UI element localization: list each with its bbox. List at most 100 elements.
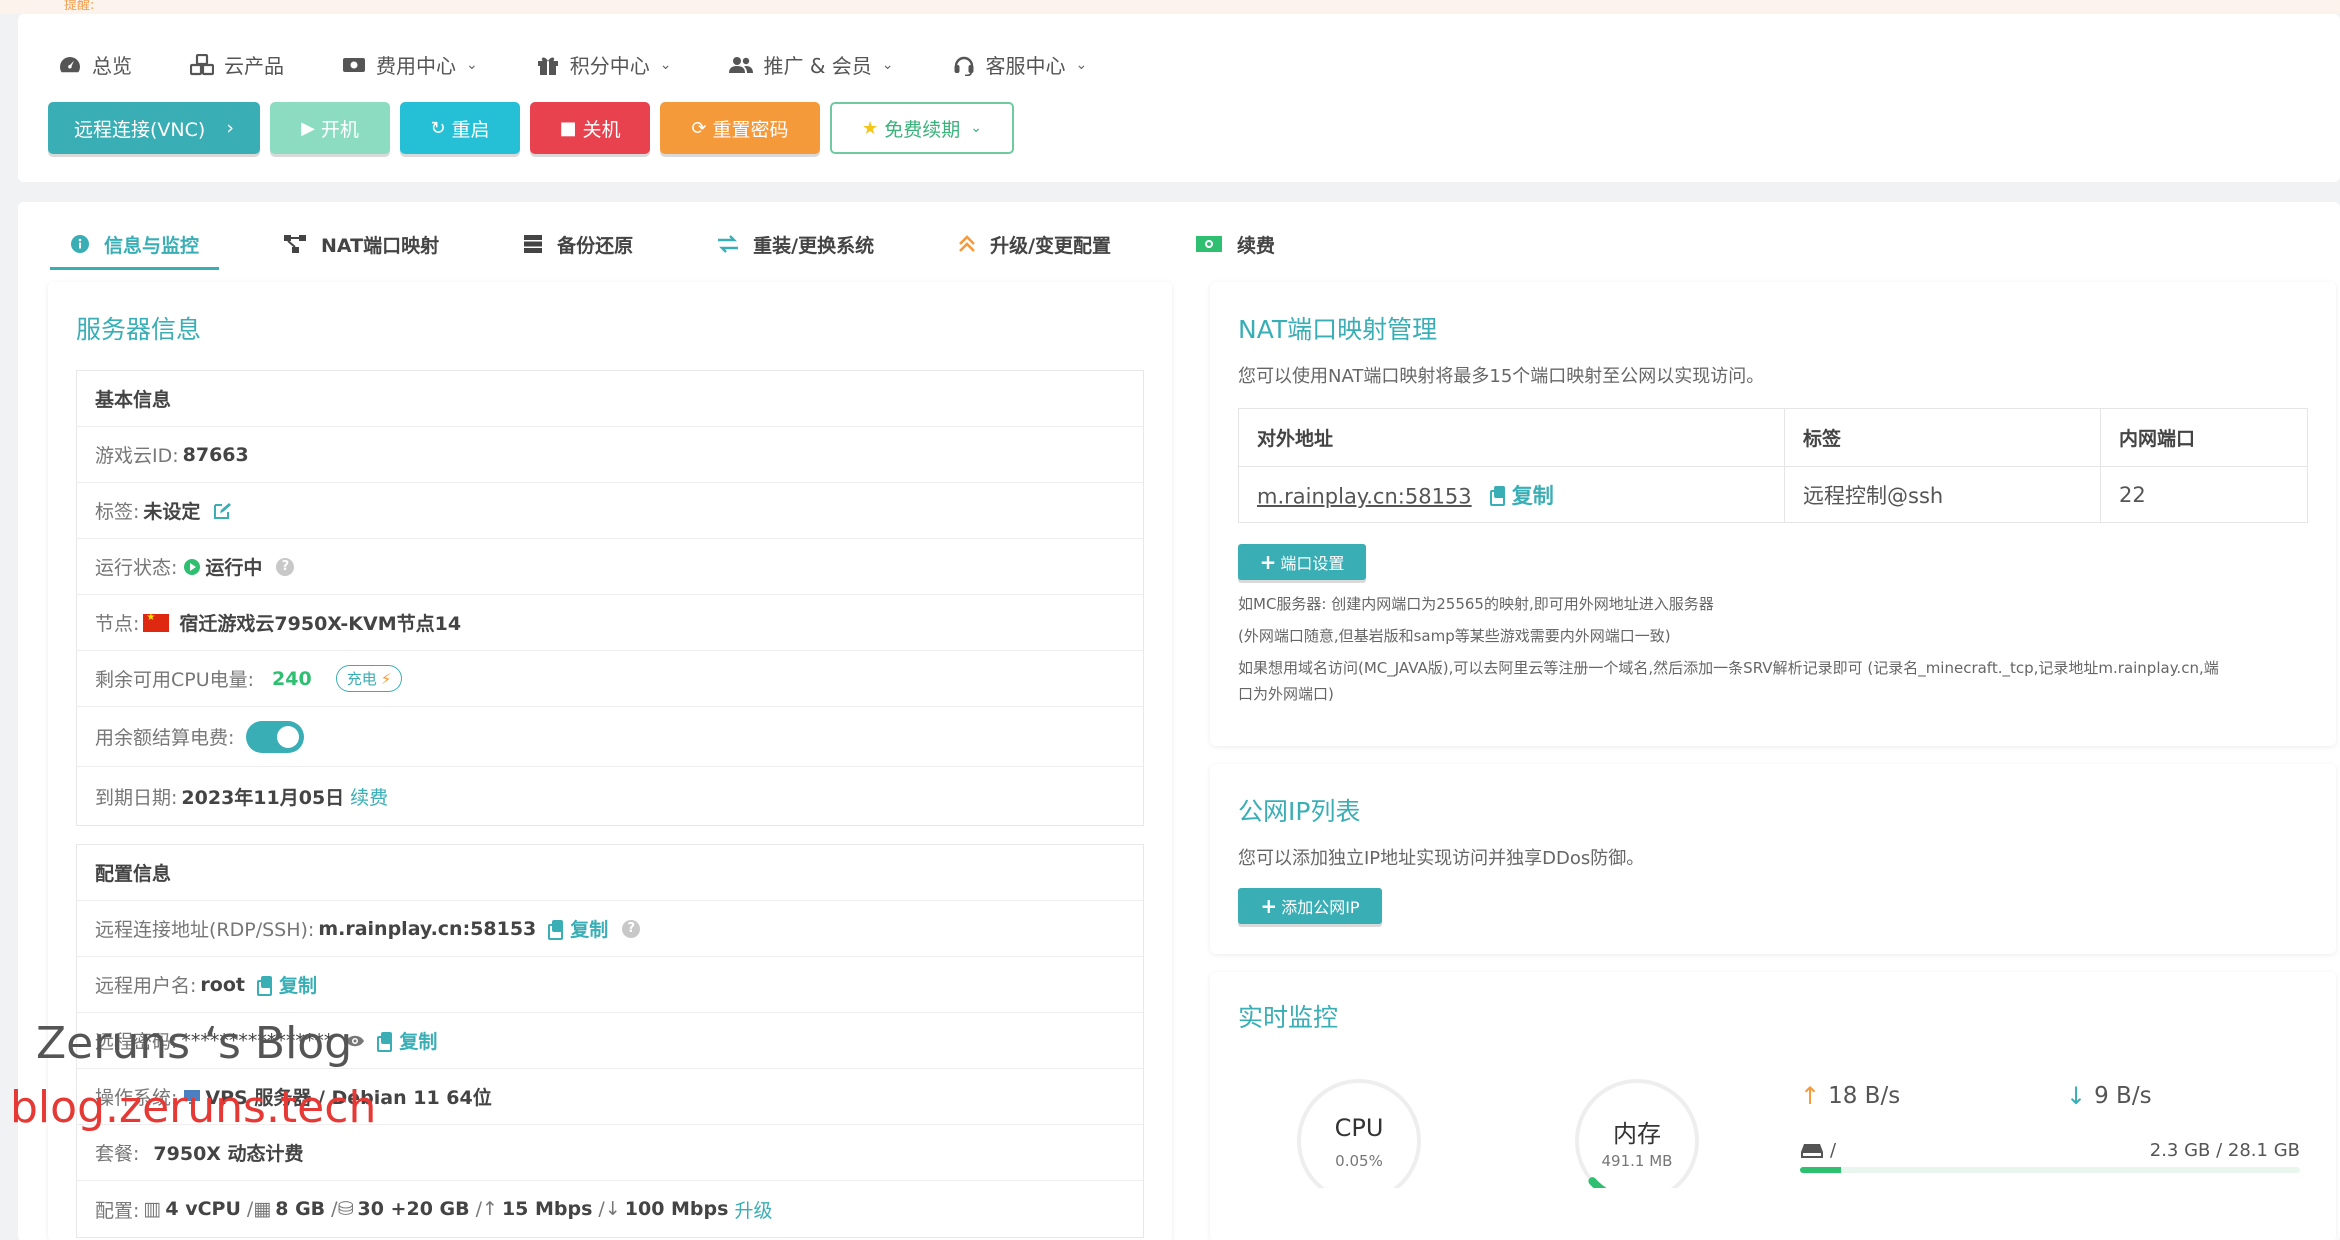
double-up-icon [958, 234, 976, 254]
row-username: 远程用户名: root 复制 [77, 957, 1143, 1013]
disk-mount: / [1830, 1140, 1837, 1161]
nat-description: 您可以使用NAT端口映射将最多15个端口映射至公网以实现访问。 [1238, 366, 1765, 387]
public-ip-panel: 公网IP列表 您可以添加独立IP地址实现访问并独享DDos防御。 + 添加公网IP [1210, 764, 2336, 954]
sitemap-icon [283, 234, 307, 254]
disk-usage: / 2.3 GB / 28.1 GB [1800, 1140, 2300, 1173]
copy-button[interactable]: 复制 [256, 971, 317, 998]
cpu-gauge: CPU 0.05% [1294, 1076, 1424, 1206]
add-public-ip-button[interactable]: + 添加公网IP [1238, 888, 1382, 924]
memory-value: 491.1 MB [1601, 1152, 1673, 1170]
question-icon[interactable]: ? [276, 557, 295, 576]
balance-toggle[interactable] [246, 720, 305, 753]
nav-item-cloud-products[interactable]: 云产品 [190, 50, 284, 79]
power-on-label: 开机 [320, 118, 359, 141]
upload-speed: ↑ 18 B/s [1800, 1082, 1900, 1110]
label: 标签: [95, 501, 140, 523]
nat-note: (外网端口随意,但基岩版和samp等某些游戏需要内外网端口一致) [1238, 627, 1671, 645]
config-info-header: 配置信息 [77, 845, 1143, 901]
nav-item-points[interactable]: 积分中心 ⌄ [536, 50, 672, 79]
row-plan: 套餐: 7950X 动态计费 [77, 1125, 1143, 1181]
cubes-icon [190, 53, 214, 77]
label: 节点: [95, 613, 140, 635]
nav-item-support[interactable]: 客服中心 ⌄ [952, 50, 1087, 79]
free-renew-button[interactable]: ★ 免费续期 ⌄ [830, 102, 1014, 154]
row-remote-address: 远程连接地址(RDP/SSH): m.rainplay.cn:58153 复制 … [77, 901, 1143, 957]
tab-label: NAT端口映射 [321, 234, 440, 257]
public-ip-description: 您可以添加独立IP地址实现访问并独享DDos防御。 [1238, 848, 1645, 869]
row-status: 运行状态: 运行中 ? [77, 539, 1143, 595]
row-balance: 用余额结算电费: [77, 707, 1143, 767]
spec-cpu: 4 vCPU [165, 1198, 241, 1220]
renew-link[interactable]: 续费 [350, 783, 388, 810]
monitor-panel: 实时监控 CPU 0.05% 内存 491.1 MB ↑ 18 B/s ↓ 9 … [1210, 972, 2336, 1240]
cpu-value: 0.05% [1335, 1152, 1383, 1170]
tab-upgrade[interactable]: 升级/变更配置 [938, 222, 1131, 266]
column-header: 对外地址 [1238, 408, 1785, 467]
power-off-button[interactable]: ■ 关机 [530, 102, 650, 154]
reset-password-button[interactable]: ⟳ 重置密码 [660, 102, 820, 154]
chevron-down-icon: ⌄ [970, 120, 982, 136]
tab-label: 重装/更换系统 [753, 234, 875, 257]
china-flag-icon [143, 612, 170, 632]
port-settings-button[interactable]: + 端口设置 [1238, 544, 1366, 580]
nav-item-billing[interactable]: 费用中心 ⌄ [342, 50, 478, 79]
tab-reinstall[interactable]: 重装/更换系统 [697, 222, 894, 266]
table-row: m.rainplay.cn:58153 复制 远程控制@ssh 22 [1238, 466, 2308, 523]
edit-icon[interactable] [212, 502, 232, 520]
restart-label: 重启 [451, 118, 490, 141]
copy-icon [1489, 486, 1506, 506]
label: 运行状态: [95, 557, 178, 579]
basic-info-box: 基本信息 游戏云ID: 87663 标签: 未设定 运行状态: 运行中 ? 节点… [76, 370, 1144, 826]
copy-button[interactable]: 复制 [377, 1027, 437, 1054]
refresh-icon: ⟳ [691, 117, 707, 139]
tab-renew[interactable]: 续费 [1175, 222, 1295, 266]
row-tag: 标签: 未设定 [77, 483, 1143, 539]
vnc-label: 远程连接(VNC) [74, 118, 206, 141]
nav-item-promotion[interactable]: 推广 & 会员 ⌄ [729, 50, 894, 79]
copy-icon [377, 1032, 393, 1052]
memory-label: 内存 [1613, 1120, 1661, 1148]
tab-label: 续费 [1237, 234, 1276, 257]
server-info-title: 服务器信息 [76, 315, 202, 344]
download-speed: ↓ 9 B/s [2066, 1082, 2152, 1110]
label: 配置: [95, 1199, 140, 1222]
public-ip-title: 公网IP列表 [1238, 797, 1361, 826]
tab-label: 备份还原 [557, 234, 634, 257]
nav-item-overview[interactable]: 总览 [58, 50, 132, 79]
port-cell: 22 [2100, 466, 2308, 523]
recharge-button[interactable]: 充电 ⚡ [335, 665, 403, 692]
address-cell: m.rainplay.cn:58153 复制 [1238, 466, 1785, 523]
chevron-down-icon: ⌄ [659, 56, 672, 73]
watermark-title: Zeruns ‘s Blog [36, 1018, 353, 1069]
nat-note: 口为外网端口) [1238, 685, 1334, 703]
nav-label: 总览 [92, 54, 132, 78]
nat-address-link[interactable]: m.rainplay.cn:58153 [1257, 484, 1472, 508]
copy-label: 复制 [399, 1031, 438, 1053]
tab-backup[interactable]: 备份还原 [503, 222, 653, 266]
copy-button[interactable]: 复制 [1489, 480, 1554, 510]
nav-label: 积分中心 [569, 54, 650, 78]
label: 远程用户名: [95, 975, 197, 997]
port-settings-label: 端口设置 [1280, 554, 1345, 573]
vnc-button[interactable]: 远程连接(VNC) › [48, 102, 260, 154]
plan-value: 7950X 动态计费 [153, 1143, 304, 1165]
tab-info-monitor[interactable]: 信息与监控 [50, 222, 220, 270]
upgrade-link[interactable]: 升级 [734, 1196, 772, 1223]
copy-icon [548, 920, 564, 940]
tab-nat[interactable]: NAT端口映射 [263, 222, 459, 266]
question-icon[interactable]: ? [622, 919, 641, 938]
recharge-label: 充电 [346, 670, 377, 688]
nav-label: 云产品 [224, 54, 284, 78]
basic-info-header: 基本信息 [77, 371, 1143, 427]
gift-icon [536, 53, 560, 77]
restart-button[interactable]: ↻ 重启 [400, 102, 520, 154]
username-value: root [200, 973, 245, 996]
users-icon [729, 53, 754, 77]
power-on-button[interactable]: ▶ 开机 [270, 102, 390, 154]
spec-upload: 15 Mbps [501, 1198, 593, 1220]
copy-button[interactable]: 复制 [548, 915, 608, 942]
watermark-url: blog.zeruns.tech [10, 1082, 377, 1133]
nat-title: NAT端口映射管理 [1238, 315, 1438, 344]
dashboard-icon [58, 53, 82, 77]
power-off-label: 关机 [582, 118, 621, 141]
